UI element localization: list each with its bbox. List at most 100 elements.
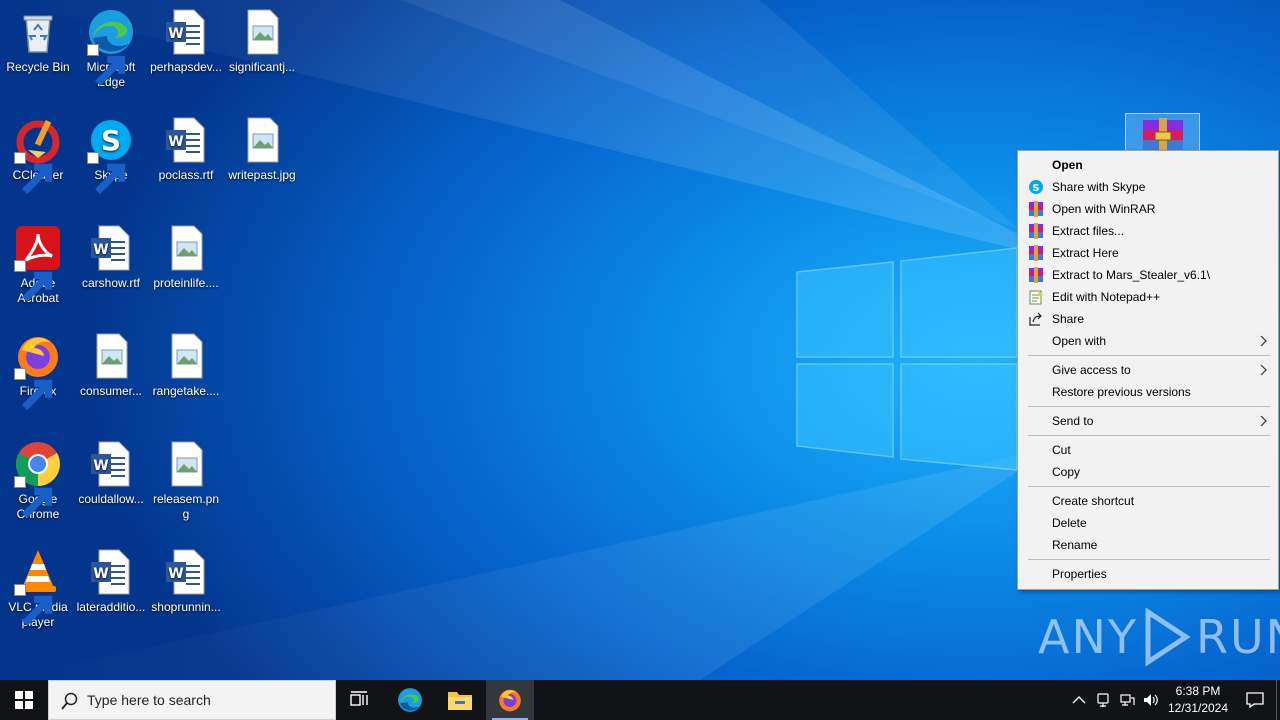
menu-item-restore-previous-versions[interactable]: Restore previous versions bbox=[1018, 381, 1278, 403]
image-file-icon bbox=[162, 224, 210, 272]
recycle-bin-icon bbox=[14, 8, 62, 56]
desktop-icon-skype[interactable]: S Skype bbox=[73, 116, 149, 194]
winrar-icon bbox=[1028, 223, 1044, 239]
menu-item-properties[interactable]: Properties bbox=[1018, 563, 1278, 585]
menu-item-label: Cut bbox=[1052, 443, 1071, 457]
menu-separator bbox=[1028, 559, 1270, 560]
shortcut-arrow-icon bbox=[14, 152, 53, 194]
firefox-icon bbox=[499, 689, 521, 712]
taskbar-firefox-button[interactable] bbox=[486, 680, 534, 720]
desktop-icon-google-chrome[interactable]: Google Chrome bbox=[0, 440, 76, 522]
taskbar-clock[interactable]: 6:38 PM 12/31/2024 bbox=[1160, 683, 1236, 717]
menu-item-extract-to-folder[interactable]: Extract to Mars_Stealer_v6.1\ bbox=[1018, 264, 1278, 286]
desktop-icon-significantj[interactable]: significantj... bbox=[224, 8, 300, 75]
image-file-icon bbox=[162, 332, 210, 380]
word-doc-icon: W bbox=[87, 224, 135, 272]
menu-item-send-to[interactable]: Send to bbox=[1018, 410, 1278, 432]
menu-item-give-access-to[interactable]: Give access to bbox=[1018, 359, 1278, 381]
menu-item-label: Open bbox=[1052, 158, 1083, 172]
shortcut-arrow-icon bbox=[14, 260, 53, 302]
vlc-icon bbox=[14, 548, 62, 626]
taskbar-edge-button[interactable] bbox=[386, 680, 434, 720]
shortcut-arrow-icon bbox=[14, 584, 53, 626]
menu-item-label: Edit with Notepad++ bbox=[1052, 290, 1161, 304]
shortcut-arrow-icon bbox=[14, 476, 53, 518]
menu-separator bbox=[1028, 486, 1270, 487]
desktop-icon-label: significantj... bbox=[228, 60, 296, 74]
taskbar-search-box[interactable]: Type here to search bbox=[48, 680, 336, 720]
clock-time: 6:38 PM bbox=[1175, 684, 1221, 698]
menu-item-share[interactable]: Share bbox=[1018, 308, 1278, 330]
ccleaner-icon bbox=[14, 116, 62, 194]
taskbar: Type here to search 6:38 PM 12/31/2024 bbox=[0, 680, 1280, 720]
desktop-icon-vlc[interactable]: VLC media player bbox=[0, 548, 76, 630]
desktop-icon-carshow[interactable]: W carshow.rtf bbox=[73, 224, 149, 291]
word-doc-icon: W bbox=[162, 116, 210, 164]
menu-item-rename[interactable]: Rename bbox=[1018, 534, 1278, 556]
volume-icon[interactable] bbox=[1143, 692, 1159, 708]
menu-item-extract-files[interactable]: Extract files... bbox=[1018, 220, 1278, 242]
menu-item-open-with[interactable]: Open with bbox=[1018, 330, 1278, 352]
desktop-icon-label: carshow.rtf bbox=[81, 276, 141, 290]
image-file-icon bbox=[87, 332, 135, 380]
menu-item-create-shortcut[interactable]: Create shortcut bbox=[1018, 490, 1278, 512]
image-file-icon bbox=[162, 440, 210, 488]
chevron-right-icon bbox=[1260, 335, 1267, 347]
chevron-right-icon bbox=[1260, 364, 1267, 376]
task-view-button[interactable] bbox=[336, 680, 384, 720]
desktop-icon-firefox[interactable]: Firefox bbox=[0, 332, 76, 410]
menu-item-share-with-skype[interactable]: S Share with Skype bbox=[1018, 176, 1278, 198]
desktop-icon-recycle-bin[interactable]: Recycle Bin bbox=[0, 8, 76, 75]
menu-separator bbox=[1028, 435, 1270, 436]
desktop-icon-shoprunnin[interactable]: W shoprunnin... bbox=[148, 548, 224, 615]
chevron-up-icon[interactable] bbox=[1071, 692, 1087, 708]
desktop-icon-poclass[interactable]: W poclass.rtf bbox=[148, 116, 224, 183]
menu-item-delete[interactable]: Delete bbox=[1018, 512, 1278, 534]
menu-item-label: Rename bbox=[1052, 538, 1098, 552]
desktop-icon-label: Recycle Bin bbox=[6, 60, 70, 74]
word-doc-icon: W bbox=[87, 548, 135, 596]
desktop-icon-microsoft-edge[interactable]: Microsoft Edge bbox=[73, 8, 149, 90]
shortcut-arrow-icon bbox=[87, 44, 126, 86]
taskbar-file-explorer-button[interactable] bbox=[436, 680, 484, 720]
context-menu: Open S Share with Skype Open with WinRAR… bbox=[1017, 150, 1279, 590]
menu-item-copy[interactable]: Copy bbox=[1018, 461, 1278, 483]
usb-icon[interactable] bbox=[1095, 692, 1111, 708]
menu-item-label: Open with bbox=[1052, 334, 1107, 348]
shortcut-arrow-icon bbox=[87, 152, 126, 194]
menu-item-edit-with-notepadpp[interactable]: Edit with Notepad++ bbox=[1018, 286, 1278, 308]
desktop-icon-perhapsdev[interactable]: W perhapsdev... bbox=[148, 8, 224, 75]
desktop-icon-proteinlife[interactable]: proteinlife.... bbox=[148, 224, 224, 291]
menu-item-label: Open with WinRAR bbox=[1052, 202, 1156, 216]
show-desktop-button[interactable] bbox=[1276, 680, 1280, 720]
desktop-icon-adobe-acrobat[interactable]: Adobe Acrobat bbox=[0, 224, 76, 306]
desktop-icon-lateradditio[interactable]: W lateradditio... bbox=[73, 548, 149, 615]
start-button[interactable] bbox=[0, 680, 48, 720]
desktop[interactable]: Recycle Bin CCleaner Adobe Acrobat Firef… bbox=[0, 0, 1280, 680]
desktop-icon-releasem[interactable]: releasem.png bbox=[148, 440, 224, 522]
edge-icon bbox=[87, 8, 135, 86]
acrobat-icon bbox=[14, 224, 62, 302]
word-doc-icon: W bbox=[162, 548, 210, 596]
winrar-icon bbox=[1028, 267, 1044, 283]
desktop-icon-consumer[interactable]: consumer... bbox=[73, 332, 149, 399]
menu-item-open-with-winrar[interactable]: Open with WinRAR bbox=[1018, 198, 1278, 220]
desktop-icon-rangetake[interactable]: rangetake.... bbox=[148, 332, 224, 399]
action-center-button[interactable] bbox=[1236, 680, 1274, 720]
winrar-icon bbox=[1028, 245, 1044, 261]
desktop-icon-ccleaner[interactable]: CCleaner bbox=[0, 116, 76, 194]
svg-text:S: S bbox=[1032, 183, 1039, 194]
desktop-icon-label: perhapsdev... bbox=[150, 60, 222, 74]
menu-item-extract-here[interactable]: Extract Here bbox=[1018, 242, 1278, 264]
desktop-icon-label: rangetake.... bbox=[152, 384, 220, 398]
desktop-icon-writepast[interactable]: writepast.jpg bbox=[224, 116, 300, 183]
menu-item-open[interactable]: Open bbox=[1018, 154, 1278, 176]
menu-item-label: Extract Here bbox=[1052, 246, 1119, 260]
desktop-icon-couldallow[interactable]: W couldallow... bbox=[73, 440, 149, 507]
selected-archive-file[interactable] bbox=[1125, 113, 1200, 154]
network-icon[interactable] bbox=[1119, 692, 1135, 708]
desktop-icon-label: proteinlife.... bbox=[153, 276, 219, 290]
menu-item-cut[interactable]: Cut bbox=[1018, 439, 1278, 461]
task-view-icon bbox=[350, 691, 368, 706]
image-file-icon bbox=[238, 8, 286, 56]
